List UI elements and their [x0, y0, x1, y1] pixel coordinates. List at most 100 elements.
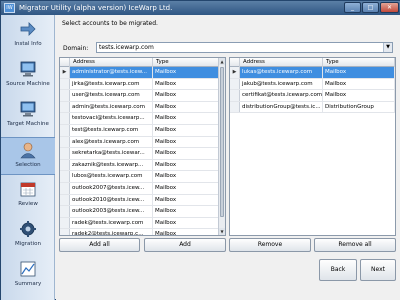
row-selector[interactable] [230, 90, 240, 101]
scroll-thumb[interactable] [220, 67, 224, 217]
add-all-button[interactable]: Add all [59, 238, 140, 252]
row-selector[interactable] [60, 101, 70, 113]
nav-item-install-info[interactable]: Instal Info [1, 17, 55, 55]
cell-type: Mailbox [153, 78, 220, 90]
row-selector[interactable] [60, 113, 70, 124]
column-header-address[interactable]: Address [240, 58, 323, 67]
cell-type: Mailbox [153, 183, 220, 194]
table-row[interactable]: lubos@tests.icewarp.com Mailbox [60, 171, 220, 183]
maximize-button[interactable]: □ [362, 2, 379, 13]
cell-type: Mailbox [153, 194, 220, 206]
scroll-down-icon[interactable]: ▼ [219, 228, 225, 235]
table-row[interactable]: distributionGroup@tests.ic... Distributio… [230, 101, 395, 114]
domain-label: Domain: [63, 45, 89, 52]
cell-address: outlook2007@tests.icew... [70, 183, 153, 194]
cell-address: distributionGroup@tests.ic... [240, 101, 323, 113]
cell-type: Mailbox [323, 67, 395, 78]
computer-icon [20, 61, 36, 77]
cell-type: Mailbox [153, 229, 220, 235]
cell-type: Mailbox [323, 90, 395, 101]
table-row[interactable]: ▶ lukas@tests.icewarp.com Mailbox [230, 67, 395, 79]
table-row[interactable]: jirka@tests.icewarp.com Mailbox [60, 78, 220, 91]
column-header-type[interactable]: Type [153, 58, 220, 67]
row-selector[interactable] [60, 194, 70, 206]
row-selector[interactable] [60, 90, 70, 101]
row-selector[interactable] [60, 148, 70, 159]
cell-address: alex@tests.icewarp.com [70, 136, 153, 148]
table-row[interactable]: alex@tests.icewarp.com Mailbox [60, 136, 220, 149]
nav-label: Instal Info [14, 41, 42, 47]
cell-address: jirka@tests.icewarp.com [70, 78, 153, 90]
row-selector[interactable] [230, 101, 240, 113]
cell-address: radek@tests.icewarp.com [70, 217, 153, 229]
table-row[interactable]: radek@tests.icewarp.com Mailbox [60, 217, 220, 230]
nav-item-migration[interactable]: Migration [1, 217, 55, 255]
row-selector[interactable] [60, 136, 70, 148]
nav-label: Summary [14, 281, 42, 287]
row-selector[interactable] [60, 78, 70, 90]
grid-header: Address Type [230, 58, 395, 67]
add-button[interactable]: Add [144, 238, 226, 252]
row-selector[interactable] [60, 125, 70, 136]
next-button[interactable]: Next [360, 259, 396, 281]
table-row[interactable]: jakub@tests.icewarp.com Mailbox [230, 78, 395, 91]
scroll-up-icon[interactable]: ▲ [219, 58, 225, 65]
calendar-icon [20, 182, 36, 197]
nav-label: Migration [15, 241, 41, 247]
gear-icon [20, 221, 36, 237]
nav-item-selection[interactable]: Selection [1, 137, 55, 175]
table-row[interactable]: user@tests.icewarp.com Mailbox [60, 90, 220, 102]
domain-select[interactable]: tests.icewarp.com ▼ [96, 42, 393, 53]
cell-address: radek2@tests.icewarp.c... [70, 229, 153, 235]
nav-label: Source Machine [6, 81, 50, 87]
computer-icon [20, 101, 36, 117]
table-row[interactable]: ▶ administrator@tests.icew... Mailbox [60, 67, 220, 79]
table-row[interactable]: testovaci@tests.icewarp... Mailbox [60, 113, 220, 125]
row-selector[interactable] [60, 217, 70, 229]
cell-address: testovaci@tests.icewarp... [70, 113, 153, 124]
cell-type: Mailbox [153, 217, 220, 229]
row-selector[interactable] [60, 183, 70, 194]
migrator-window: IW Migrator Utility (alpha version) IceW… [0, 0, 400, 300]
main-content: Select accounts to be migrated. Domain: … [56, 15, 400, 300]
remove-button[interactable]: Remove [229, 238, 311, 252]
close-button[interactable]: ✕ [380, 2, 399, 13]
row-selector[interactable] [230, 78, 240, 90]
row-selector[interactable] [60, 206, 70, 217]
app-icon: IW [4, 3, 15, 13]
back-button[interactable]: Back [319, 259, 357, 281]
available-accounts-grid: Address Type ▶ administrator@tests.icew..… [59, 57, 226, 236]
chevron-down-icon[interactable]: ▼ [383, 43, 392, 52]
remove-all-button[interactable]: Remove all [314, 238, 396, 252]
cell-type: Mailbox [153, 101, 220, 113]
column-header-address[interactable]: Address [70, 58, 153, 67]
instruction-text: Select accounts to be migrated. [62, 20, 158, 27]
cell-type: Mailbox [153, 136, 220, 148]
nav-item-review[interactable]: Review [1, 177, 55, 215]
table-row[interactable]: certifikat@tests.icewarp.com Mailbox [230, 90, 395, 102]
table-row[interactable]: admin@tests.icewarp.com Mailbox [60, 101, 220, 114]
table-row[interactable]: sekretarka@tests.icewar... Mailbox [60, 148, 220, 160]
table-row[interactable]: radek2@tests.icewarp.c... Mailbox [60, 229, 220, 235]
row-selector[interactable]: ▶ [60, 67, 70, 78]
table-row[interactable]: zakaznik@tests.icewarp... Mailbox [60, 159, 220, 172]
table-row[interactable]: outlook2010@tests.icew... Mailbox [60, 194, 220, 207]
row-selector[interactable] [60, 159, 70, 171]
row-selector[interactable] [60, 229, 70, 235]
cell-address: admin@tests.icewarp.com [70, 101, 153, 113]
nav-item-target-machine[interactable]: Target Machine [1, 97, 55, 135]
nav-item-summary[interactable]: Summary [1, 257, 55, 295]
cell-type: Mailbox [153, 113, 220, 124]
minimize-button[interactable]: _ [344, 2, 361, 13]
vertical-scrollbar[interactable]: ▲ ▼ [218, 58, 225, 235]
table-row[interactable]: outlook2007@tests.icew... Mailbox [60, 183, 220, 195]
row-selector[interactable] [60, 171, 70, 182]
nav-item-source-machine[interactable]: Source Machine [1, 57, 55, 95]
column-header-type[interactable]: Type [323, 58, 395, 67]
row-selector[interactable]: ▶ [230, 67, 240, 78]
table-row[interactable]: outlook2003@tests.icew... Mailbox [60, 206, 220, 218]
cell-type: Mailbox [153, 148, 220, 159]
selected-accounts-grid: Address Type ▶ lukas@tests.icewarp.com Mai… [229, 57, 396, 236]
grid-header: Address Type [60, 58, 220, 67]
table-row[interactable]: test@tests.icewarp.com Mailbox [60, 125, 220, 137]
